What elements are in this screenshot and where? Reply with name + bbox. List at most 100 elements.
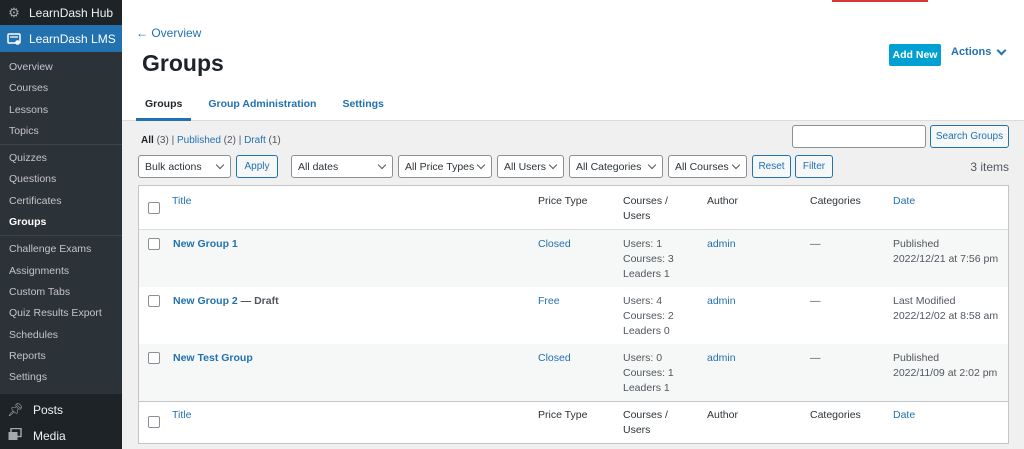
learndash-icon: [7, 32, 21, 46]
categories-cell: —: [810, 295, 821, 307]
sidebar-item-posts[interactable]: 📌︎ Posts: [0, 397, 122, 423]
sidebar-item-learndash-hub[interactable]: ⚙ LearnDash Hub: [0, 0, 122, 25]
sidebar-item-quiz-results-export[interactable]: Quiz Results Export: [0, 303, 122, 324]
categories-select[interactable]: All Categories: [569, 155, 663, 178]
bulk-actions-select[interactable]: Bulk actions: [138, 155, 231, 178]
actions-dropdown[interactable]: Actions: [951, 45, 1007, 58]
courses-users-cell: Users: 0 Courses: 1 Leaders 1: [623, 351, 674, 396]
search-groups-button[interactable]: Search Groups: [930, 125, 1009, 148]
author-link[interactable]: admin: [707, 351, 736, 366]
filter-draft-count: (1): [268, 135, 281, 146]
tab-group-administration[interactable]: Group Administration: [199, 92, 325, 121]
chevron-down-icon: [377, 160, 387, 170]
column-title-header[interactable]: Title: [172, 408, 191, 423]
sidebar-item-assignments[interactable]: Assignments: [0, 261, 122, 282]
apply-button[interactable]: Apply: [236, 155, 278, 178]
column-date-header[interactable]: Date: [893, 408, 915, 423]
table-row: New Test Group Closed Users: 0 Courses: …: [139, 344, 1008, 401]
add-new-button[interactable]: Add New: [889, 44, 941, 66]
dates-value: All dates: [298, 160, 339, 173]
courses-value: All Courses: [675, 160, 729, 173]
filter-published-link[interactable]: Published: [177, 135, 221, 146]
sidebar-item-topics[interactable]: Topics: [0, 121, 122, 142]
categories-cell: —: [810, 238, 821, 250]
select-all-checkbox[interactable]: [148, 202, 160, 214]
select-all-checkbox[interactable]: [148, 416, 160, 428]
date-value: 2022/12/02 at 8:58 am: [893, 310, 999, 322]
users-select[interactable]: All Users: [497, 155, 564, 178]
media-icon: [7, 428, 23, 444]
dates-select[interactable]: All dates: [291, 155, 393, 178]
group-title-cell: New Group 1: [173, 237, 238, 252]
sidebar-item-courses[interactable]: Courses: [0, 78, 122, 99]
column-header-line: Courses /: [623, 195, 668, 207]
chevron-down-icon: [647, 160, 657, 170]
price-type-link[interactable]: Free: [538, 294, 560, 309]
column-title-header[interactable]: Title: [172, 194, 191, 209]
courses-users-cell: Users: 1 Courses: 3 Leaders 1: [623, 237, 674, 282]
courses-select[interactable]: All Courses: [668, 155, 747, 178]
column-header-line: Users: [623, 210, 651, 222]
row-checkbox[interactable]: [148, 295, 160, 307]
column-date-header[interactable]: Date: [893, 194, 915, 209]
author-link[interactable]: admin: [707, 237, 736, 252]
sidebar-item-quizzes[interactable]: Quizzes: [0, 148, 122, 169]
group-title-link[interactable]: New Group 2: [173, 295, 238, 307]
courses-users-cell: Users: 4 Courses: 2 Leaders 0: [623, 294, 674, 339]
sidebar-item-schedules[interactable]: Schedules: [0, 325, 122, 346]
sidebar-item-custom-tabs[interactable]: Custom Tabs: [0, 282, 122, 303]
leaders-count: Leaders 1: [623, 382, 670, 394]
price-types-value: All Price Types: [405, 160, 475, 173]
sidebar-item-overview[interactable]: Overview: [0, 57, 122, 78]
sidebar-item-reports[interactable]: Reports: [0, 346, 122, 367]
row-checkbox[interactable]: [148, 238, 160, 250]
tab-groups[interactable]: Groups: [136, 92, 192, 121]
price-type-link[interactable]: Closed: [538, 351, 571, 366]
sidebar-item-learndash-lms[interactable]: LearnDash LMS: [0, 25, 122, 52]
sidebar-item-media[interactable]: Media: [0, 423, 122, 449]
sidebar-item-questions[interactable]: Questions: [0, 169, 122, 190]
sidebar-item-certificates[interactable]: Certificates: [0, 191, 122, 212]
filter-button[interactable]: Filter: [795, 155, 833, 178]
author-link[interactable]: admin: [707, 294, 736, 309]
sidebar-item-challenge-exams[interactable]: Challenge Exams: [0, 239, 122, 260]
filter-draft-link[interactable]: Draft: [244, 135, 266, 146]
search-input[interactable]: [792, 125, 926, 148]
sidebar-item-lessons[interactable]: Lessons: [0, 100, 122, 121]
group-title-cell: New Group 2 — Draft: [173, 294, 279, 309]
chevron-down-icon: [215, 160, 225, 170]
status-filter-links: All (3) | Published (2) | Draft (1): [141, 135, 281, 146]
chevron-down-icon: [476, 160, 486, 170]
back-to-overview-link[interactable]: ← Overview: [136, 26, 201, 40]
leaders-count: Leaders 0: [623, 325, 670, 337]
column-categories-header: Categories: [810, 195, 861, 207]
sidebar-separator: [0, 235, 122, 237]
group-title-link[interactable]: New Test Group: [173, 352, 253, 364]
leaders-count: Leaders 1: [623, 268, 670, 280]
courses-count: Courses: 2: [623, 310, 674, 322]
sidebar-separator: [0, 144, 122, 146]
courses-count: Courses: 1: [623, 367, 674, 379]
sidebar-submenu: Overview Courses Lessons Topics Quizzes …: [0, 52, 122, 395]
row-checkbox[interactable]: [148, 352, 160, 364]
price-type-link[interactable]: Closed: [538, 237, 571, 252]
chevron-down-icon: [996, 45, 1007, 55]
reset-button[interactable]: Reset: [752, 155, 791, 178]
group-title-link[interactable]: New Group 1: [173, 238, 238, 250]
categories-cell: —: [810, 352, 821, 364]
sidebar-item-groups[interactable]: Groups: [0, 212, 122, 233]
column-price-type-header: Price Type: [538, 195, 588, 207]
page-header: ← Overview Groups Add New Actions Groups…: [122, 0, 1024, 121]
filter-all-link[interactable]: All: [141, 135, 154, 146]
sidebar-item-label: LearnDash LMS: [29, 31, 116, 46]
column-header-line: Users: [623, 424, 651, 436]
price-types-select[interactable]: All Price Types: [398, 155, 492, 178]
filter-published-count: (2): [223, 135, 236, 146]
date-cell: Published 2022/11/09 at 2:02 pm: [893, 351, 997, 381]
column-header-line: Courses /: [623, 409, 668, 421]
sidebar-item-settings[interactable]: Settings: [0, 367, 122, 388]
users-count: Users: 0: [623, 352, 663, 364]
chevron-down-icon: [548, 160, 558, 170]
tab-settings[interactable]: Settings: [333, 92, 392, 121]
sidebar-item-label: LearnDash Hub: [29, 5, 114, 20]
